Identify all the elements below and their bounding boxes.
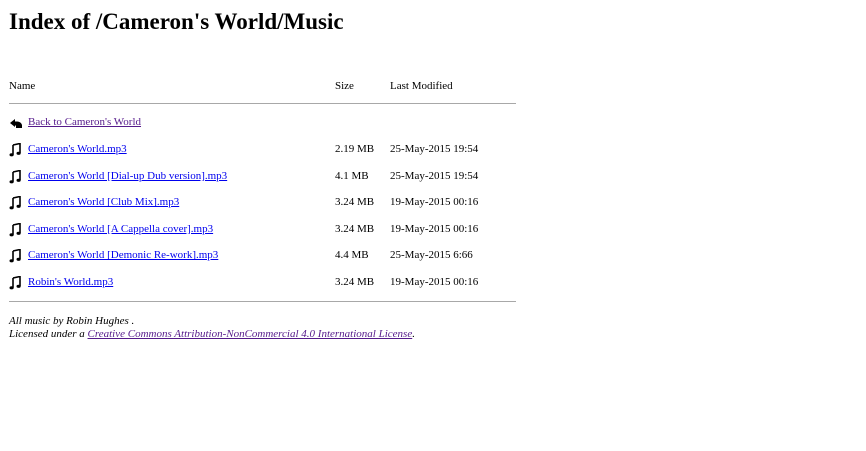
table-row: Robin's World.mp3 3.24 MB 19-May-2015 00:1… [9, 275, 516, 291]
music-note-icon [9, 143, 23, 157]
table-row: Cameron's World [Dial-up Dub version].mp… [9, 169, 516, 185]
file-last-modified: 25-May-2015 19:54 [390, 169, 479, 182]
back-row: Back to Cameron's World [9, 115, 516, 131]
credit-text: All music by Robin Hughes . [9, 315, 135, 327]
music-note-icon [9, 222, 23, 237]
file-link[interactable]: Cameron's World.mp3 [28, 143, 127, 156]
footer-divider [9, 301, 516, 302]
file-last-modified: 19-May-2015 00:16 [390, 276, 479, 288]
music-note-icon [9, 196, 23, 210]
column-header-size[interactable]: Size [335, 80, 354, 92]
file-link[interactable]: Cameron's World [Demonic Re-work].mp3 [28, 249, 218, 262]
file-last-modified: 19-May-2015 00:16 [390, 196, 479, 209]
column-header-name[interactable]: Name [9, 80, 35, 92]
table-row: Cameron's World [Demonic Re-work].mp3 4.4… [9, 248, 516, 264]
music-note-icon [9, 249, 23, 263]
file-size: 3.24 MB [335, 222, 375, 235]
table-row: Cameron's World [Club Mix].mp3 3.24 MB 19-… [9, 195, 516, 211]
file-link[interactable]: Cameron's World [Dial-up Dub version].mp… [28, 170, 227, 183]
table-row: Cameron's World [A Cappella cover].mp3 3.… [9, 222, 516, 238]
file-size: 3.24 MB [335, 196, 375, 209]
file-link[interactable]: Cameron's World [A Cappella cover].mp3 [28, 223, 213, 236]
file-size: 3.24 MB [335, 276, 375, 288]
table-row: Cameron's World.mp3 2.19 MB 25-May-2015 19… [9, 142, 516, 158]
file-link[interactable]: Robin's World.mp3 [28, 276, 113, 289]
header-divider [9, 103, 516, 104]
column-header-last-modified[interactable]: Last Modified [390, 80, 453, 92]
page-title: Index of /Cameron's World/Music [9, 9, 344, 34]
license-prefix: Licensed under a [9, 328, 88, 340]
file-last-modified: 25-May-2015 6:66 [390, 249, 473, 262]
file-size: 2.19 MB [335, 143, 375, 155]
file-last-modified: 19-May-2015 00:16 [390, 222, 479, 235]
license-suffix: . [412, 328, 415, 340]
license-link[interactable]: Creative Commons Attribution-NonCommerci… [88, 328, 413, 340]
license-line: Licensed under a Creative Commons Attrib… [9, 328, 415, 341]
file-last-modified: 25-May-2015 19:54 [390, 143, 479, 155]
file-size: 4.4 MB [335, 249, 369, 262]
back-arrow-icon [9, 116, 23, 130]
music-note-icon [9, 276, 23, 290]
back-to-camerons-world-link[interactable]: Back to Cameron's World [28, 116, 141, 129]
music-note-icon [9, 169, 23, 184]
file-size: 4.1 MB [335, 169, 369, 182]
file-link[interactable]: Cameron's World [Club Mix].mp3 [28, 196, 179, 209]
